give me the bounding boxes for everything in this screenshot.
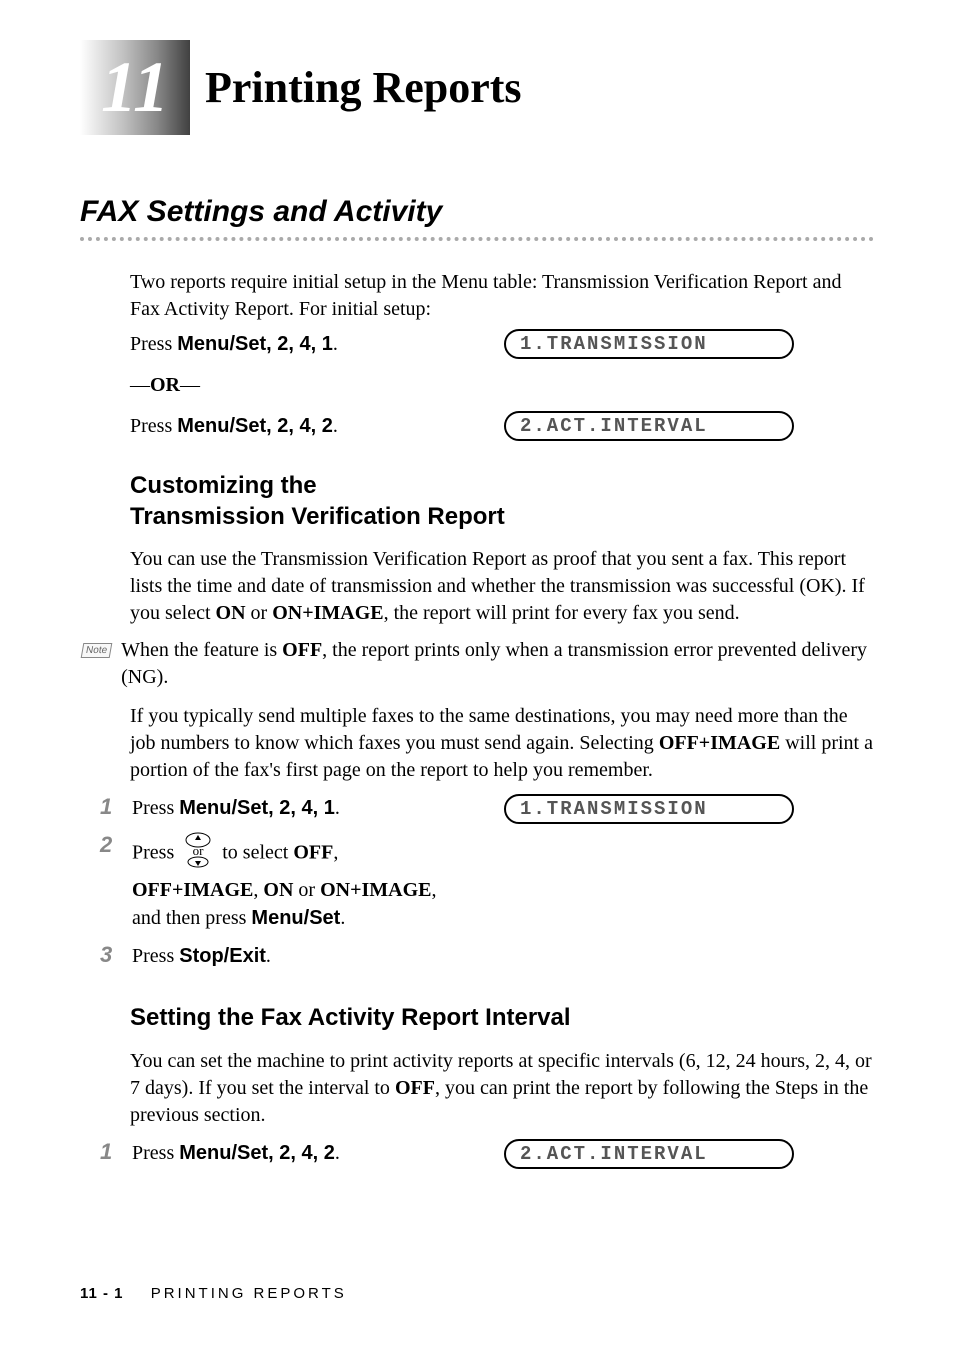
step-content: Press or to select OFF, OFF+IMAGE, ON or… (132, 832, 874, 932)
period: . (333, 415, 338, 437)
menuset-key: Menu/Set (251, 907, 340, 929)
footer-label: PRINTING REPORTS (151, 1285, 347, 1302)
stop-exit-key: Stop/Exit (179, 945, 266, 967)
text-fragment: Press (132, 842, 179, 864)
menuset-key: Menu/Set (177, 333, 266, 355)
text-fragment: , the report will print for every fax yo… (384, 602, 740, 624)
section-title: FAX Settings and Activity (80, 195, 874, 229)
menuset-key: Menu/Set (177, 415, 266, 437)
option-off: OFF (395, 1077, 435, 1099)
option-off: OFF (293, 842, 333, 864)
press-label: Press (130, 415, 177, 437)
text-fragment: , (333, 842, 338, 864)
up-down-arrow-icon: or (183, 832, 213, 876)
lcd-display-act-interval: 2.ACT.INTERVAL (504, 1139, 794, 1169)
step-number: 1 (100, 1139, 118, 1167)
step-1-interval: 1 Press Menu/Set, 2, 4, 2. 2.ACT.INTERVA… (100, 1139, 874, 1167)
period: . (333, 333, 338, 355)
lcd-display-transmission: 1.TRANSMISSION (504, 329, 794, 359)
text-fragment: Press (132, 1142, 179, 1164)
chapter-number-box: 11 (80, 40, 190, 135)
subsection-title-activity-interval: Setting the Fax Activity Report Interval (130, 1002, 874, 1033)
intro-text: Two reports require initial setup in the… (130, 269, 874, 323)
customizing-para-1: You can use the Transmission Verificatio… (130, 546, 874, 627)
key-sequence: , 2, 4, 1 (266, 333, 333, 355)
key-sequence: , 2, 4, 2 (266, 415, 333, 437)
period: . (335, 797, 340, 819)
period: . (335, 1142, 340, 1164)
step-1: 1 Press Menu/Set, 2, 4, 1. 1.TRANSMISSIO… (100, 794, 874, 822)
interval-para-1: You can set the machine to print activit… (130, 1048, 874, 1129)
note-block: Note When the feature is OFF, the report… (82, 637, 874, 691)
chapter-header: 11 Printing Reports (80, 40, 874, 135)
text-fragment: . (266, 945, 271, 967)
step-3: 3 Press Stop/Exit. (100, 942, 874, 970)
text-fragment: , (431, 879, 436, 901)
svg-text:or: or (193, 843, 205, 858)
text-fragment: . (340, 907, 345, 929)
text-fragment: or (246, 602, 273, 624)
step-number: 3 (100, 942, 118, 970)
menuset-key: Menu/Set (179, 1142, 268, 1164)
customizing-para-2: If you typically send multiple faxes to … (130, 703, 874, 784)
option-off-image: OFF+IMAGE (659, 732, 780, 754)
text-fragment: Press (132, 945, 179, 967)
option-on-image: ON+IMAGE (320, 879, 431, 901)
text-fragment: , (253, 879, 263, 901)
chapter-number: 11 (101, 46, 169, 129)
or-separator: —OR— (130, 374, 874, 397)
text-fragment: or (293, 879, 320, 901)
option-on: ON (263, 879, 293, 901)
text-fragment: to select (222, 842, 293, 864)
page-footer: 11 - 1 PRINTING REPORTS (80, 1285, 347, 1302)
option-off-image: OFF+IMAGE (132, 879, 253, 901)
key-sequence: , 2, 4, 2 (268, 1142, 335, 1164)
text-fragment: and then press (132, 907, 251, 929)
section-divider (80, 237, 874, 241)
press-label: Press (130, 333, 177, 355)
lcd-display-transmission: 1.TRANSMISSION (504, 794, 794, 824)
step-number: 2 (100, 832, 118, 932)
step-number: 1 (100, 794, 118, 822)
note-icon: Note (81, 643, 113, 658)
step-2: 2 Press or to select OFF, OFF+IMAGE, ON … (100, 832, 874, 932)
note-text: When the feature is OFF, the report prin… (121, 637, 874, 691)
option-off: OFF (282, 639, 322, 661)
chapter-title: Printing Reports (205, 62, 522, 113)
option-on-image: ON+IMAGE (272, 602, 383, 624)
option-on: ON (216, 602, 246, 624)
key-sequence: , 2, 4, 1 (268, 797, 335, 819)
page-number: 11 - 1 (80, 1285, 124, 1302)
menuset-key: Menu/Set (179, 797, 268, 819)
title-line: Transmission Verification Report (130, 503, 505, 530)
step-content: Press Stop/Exit. (132, 942, 874, 970)
lcd-display-act-interval: 2.ACT.INTERVAL (504, 411, 794, 441)
title-line: Customizing the (130, 472, 317, 499)
text-fragment: When the feature is (121, 639, 282, 661)
text-fragment: Press (132, 797, 179, 819)
subsection-title-customizing: Customizing the Transmission Verificatio… (130, 470, 874, 532)
